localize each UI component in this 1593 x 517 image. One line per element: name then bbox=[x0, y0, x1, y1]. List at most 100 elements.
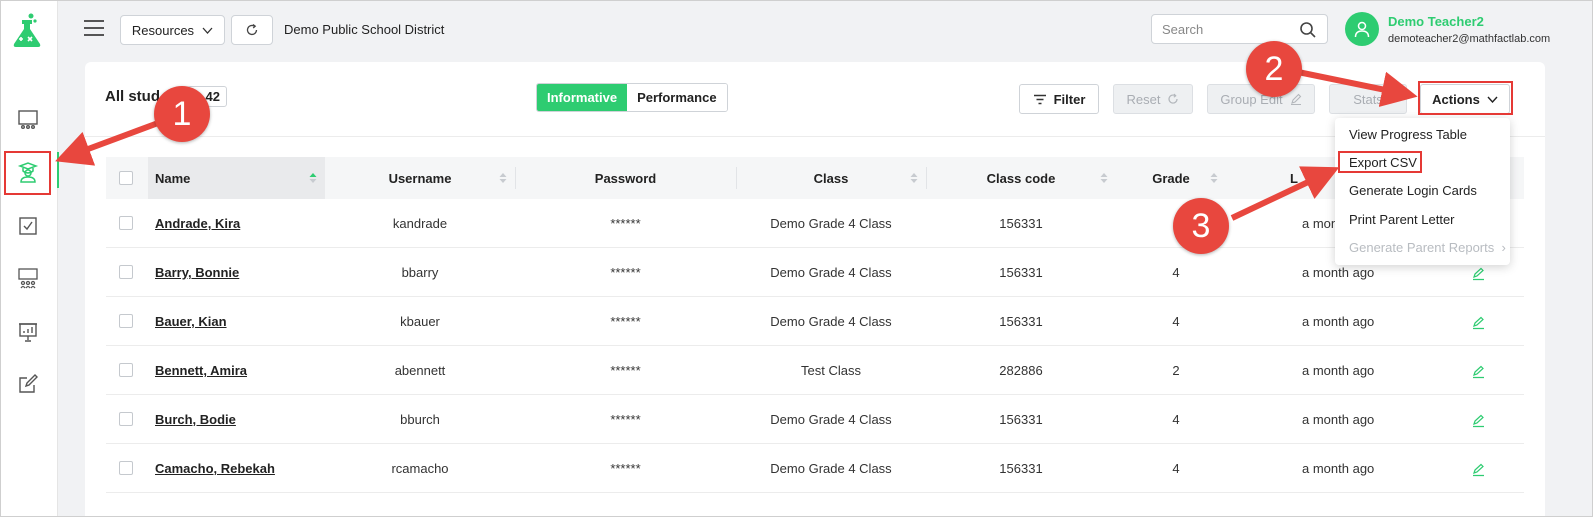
row-checkbox[interactable] bbox=[119, 216, 133, 230]
resources-dropdown-button[interactable]: Resources bbox=[120, 15, 225, 45]
user-name: Demo Teacher2 bbox=[1388, 14, 1484, 29]
menu-item-generate-parent-reports-label: Generate Parent Reports bbox=[1349, 240, 1495, 255]
edit-pencil-icon[interactable] bbox=[1472, 267, 1486, 281]
view-toggle: Informative Performance bbox=[536, 83, 728, 112]
header-grade-label: Grade bbox=[1152, 170, 1190, 186]
tab-performance[interactable]: Performance bbox=[627, 84, 727, 111]
select-all-checkbox[interactable] bbox=[119, 171, 133, 185]
username-cell: bbarry bbox=[401, 265, 439, 280]
grade-cell: 4 bbox=[1172, 412, 1180, 427]
username-cell: bburch bbox=[400, 412, 440, 427]
menu-item-generate-parent-reports: Generate Parent Reports › bbox=[1349, 240, 1506, 255]
row-checkbox[interactable] bbox=[119, 363, 133, 377]
edit-pencil-icon[interactable] bbox=[1472, 414, 1486, 428]
top-bar: Resources Demo Public School District De… bbox=[58, 0, 1593, 60]
sidebar-item-notes[interactable] bbox=[14, 370, 42, 398]
sidebar-item-classes[interactable] bbox=[14, 106, 42, 134]
header-class[interactable]: Class bbox=[736, 157, 926, 199]
table-row[interactable]: Camacho, Rebekah rcamacho ****** Demo Grade… bbox=[106, 444, 1524, 493]
header-class-code-label: Class code bbox=[986, 170, 1056, 186]
header-class-code[interactable]: Class code bbox=[926, 157, 1116, 199]
header-username[interactable]: Username bbox=[325, 157, 515, 199]
student-name-link[interactable]: Andrade, Kira bbox=[155, 199, 325, 248]
grade-cell: 4 bbox=[1172, 314, 1180, 329]
edit-note-icon bbox=[19, 374, 38, 393]
refresh-icon bbox=[246, 23, 258, 36]
class-cell: Demo Grade 4 Class bbox=[770, 265, 892, 280]
sidebar-item-assignments[interactable] bbox=[14, 212, 42, 240]
search-input[interactable] bbox=[1152, 15, 1292, 43]
sort-icon bbox=[910, 173, 918, 183]
sidebar-active-indicator bbox=[57, 152, 59, 188]
password-cell: ****** bbox=[610, 412, 641, 427]
student-name-link[interactable]: Bennett, Amira bbox=[155, 346, 325, 395]
student-name-link[interactable]: Bauer, Kian bbox=[155, 297, 325, 346]
sidebar-item-reports[interactable] bbox=[14, 318, 42, 346]
annotation-box-actions bbox=[1418, 81, 1513, 115]
sidebar bbox=[0, 0, 58, 517]
password-cell: ****** bbox=[610, 265, 641, 280]
row-checkbox[interactable] bbox=[119, 265, 133, 279]
sidebar-item-groups[interactable] bbox=[14, 264, 42, 292]
hamburger-menu-icon[interactable] bbox=[84, 20, 104, 38]
menu-item-print-parent-letter[interactable]: Print Parent Letter bbox=[1349, 212, 1455, 227]
sort-icon bbox=[309, 173, 317, 183]
student-name-link[interactable]: Barry, Bonnie bbox=[155, 248, 325, 297]
last-login-cell: a month ago bbox=[1302, 363, 1375, 378]
grade-cell: 4 bbox=[1172, 461, 1180, 476]
user-email: demoteacher2@mathfactlab.com bbox=[1388, 33, 1551, 45]
table-header: Name Username Password Class Class code … bbox=[106, 157, 1524, 199]
header-last-login[interactable]: L bbox=[1290, 157, 1330, 199]
user-icon bbox=[1354, 21, 1370, 38]
students-card: All stud 4 2 Informative Performance Filt… bbox=[85, 62, 1545, 517]
last-login-cell: a month ago bbox=[1302, 412, 1375, 427]
refresh-button[interactable] bbox=[231, 15, 273, 45]
reset-button[interactable]: Reset bbox=[1113, 84, 1193, 114]
row-checkbox[interactable] bbox=[119, 314, 133, 328]
table-row[interactable]: Bennett, Amira abennett ****** Test Class 28… bbox=[106, 346, 1524, 395]
row-checkbox[interactable] bbox=[119, 461, 133, 475]
table-row[interactable]: Barry, Bonnie bbarry ****** Demo Grade 4 Cl… bbox=[106, 248, 1524, 297]
edit-pencil-icon[interactable] bbox=[1472, 463, 1486, 477]
edit-pencil-icon[interactable] bbox=[1472, 316, 1486, 330]
header-class-label: Class bbox=[813, 170, 849, 186]
actions-dropdown-menu: View Progress Table Export CSV Generate … bbox=[1335, 118, 1510, 265]
table-row[interactable]: Burch, Bodie bburch ****** Demo Grade 4 Cla… bbox=[106, 395, 1524, 444]
password-cell: ****** bbox=[610, 363, 641, 378]
filter-icon bbox=[1033, 94, 1046, 104]
filter-button[interactable]: Filter bbox=[1019, 84, 1099, 114]
username-cell: kbauer bbox=[400, 314, 440, 329]
flask-logo-icon[interactable] bbox=[10, 12, 44, 48]
header-password-label: Password bbox=[594, 170, 657, 186]
username-cell: rcamacho bbox=[391, 461, 449, 476]
last-login-cell: a month ago bbox=[1302, 314, 1375, 329]
table-row[interactable]: Bauer, Kian kbauer ****** Demo Grade 4 Clas… bbox=[106, 297, 1524, 346]
edit-pencil-icon[interactable] bbox=[1472, 365, 1486, 379]
password-cell: ****** bbox=[610, 314, 641, 329]
chevron-right-icon: › bbox=[1497, 240, 1506, 255]
tab-informative[interactable]: Informative bbox=[537, 84, 628, 111]
divider bbox=[85, 136, 1545, 137]
header-name[interactable]: Name bbox=[155, 157, 325, 199]
table-row[interactable]: Andrade, Kira kandrade ****** Demo Grade 4 … bbox=[106, 199, 1524, 248]
header-password: Password bbox=[515, 157, 736, 199]
grade-cell: 4 bbox=[1172, 265, 1180, 280]
header-username-label: Username bbox=[388, 170, 452, 186]
student-name-link[interactable]: Camacho, Rebekah bbox=[155, 444, 325, 493]
menu-item-view-progress-table[interactable]: View Progress Table bbox=[1349, 127, 1467, 142]
avatar[interactable] bbox=[1345, 12, 1379, 46]
header-last-login-label: L bbox=[1290, 170, 1298, 186]
annotation-step-1: 1 bbox=[154, 86, 210, 142]
menu-item-generate-login-cards[interactable]: Generate Login Cards bbox=[1349, 183, 1477, 198]
stats-button[interactable]: Stats bbox=[1329, 84, 1407, 114]
search-icon[interactable] bbox=[1299, 21, 1317, 39]
class-cell: Demo Grade 4 Class bbox=[770, 412, 892, 427]
header-grade[interactable]: Grade bbox=[1116, 157, 1226, 199]
group-board-icon bbox=[18, 268, 38, 289]
student-name-link[interactable]: Burch, Bodie bbox=[155, 395, 325, 444]
page-title: All stud bbox=[105, 88, 160, 105]
refresh-icon bbox=[1168, 93, 1179, 104]
annotation-box-export-csv bbox=[1338, 151, 1422, 173]
search-box[interactable] bbox=[1151, 14, 1328, 44]
row-checkbox[interactable] bbox=[119, 412, 133, 426]
